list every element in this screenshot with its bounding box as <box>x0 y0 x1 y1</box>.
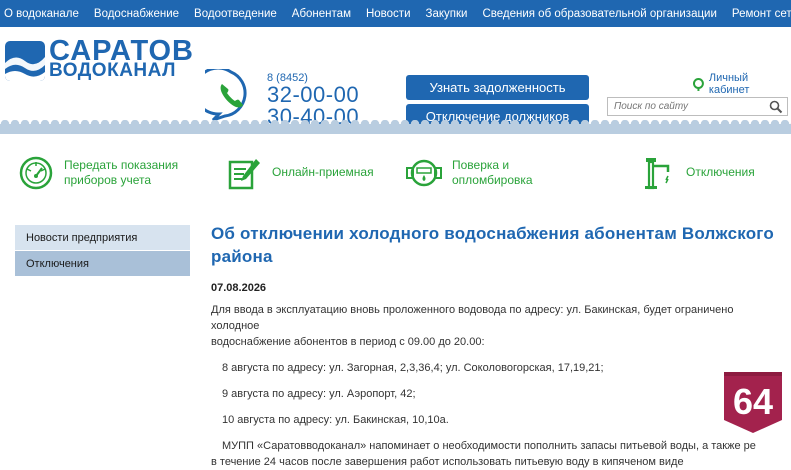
search-icon[interactable] <box>769 100 783 114</box>
article-p5-line1: МУПП «Саратовводоканал» напоминает о нео… <box>222 440 756 452</box>
article-title-line2: района <box>211 247 273 266</box>
sidebar: Новости предприятия Отключения <box>15 225 190 277</box>
personal-account-label: Личный кабинет <box>709 72 791 96</box>
service-online-reception[interactable]: Онлайн-приемная <box>226 150 374 195</box>
search-input[interactable] <box>608 101 769 112</box>
wave-divider: (function(){ var g = document.currentScr… <box>0 120 791 134</box>
service-submit-readings[interactable]: Передать показанияприборов учета <box>18 150 178 195</box>
site-search <box>607 97 788 116</box>
article-paragraph-1: Для ввода в эксплуатацию вновь проложенн… <box>211 302 781 350</box>
article-p1-line1: Для ввода в эксплуатацию вновь проложенн… <box>211 304 733 332</box>
personal-account-link[interactable]: Личный кабинет <box>692 72 791 96</box>
faucet-icon <box>640 155 676 191</box>
article-title: Об отключении холодного водоснабжения аб… <box>211 222 781 268</box>
phone-number-1[interactable]: 32-00-00 <box>267 84 359 106</box>
site-header: САРАТОВ ВОДОКАНАЛ 8 (8452) 32-00-00 30-4… <box>0 27 791 120</box>
document-pen-icon <box>226 155 262 191</box>
meter-gauge-icon <box>18 155 54 191</box>
user-icon <box>692 78 705 91</box>
service-3-line1: Поверка и <box>452 158 533 173</box>
logo-line2: ВОДОКАНАЛ <box>49 61 194 81</box>
check-debt-button[interactable]: Узнать задолженность <box>406 75 589 100</box>
badge-text: 64 <box>733 381 773 422</box>
article-paragraph-4: 10 августа по адресу: ул. Бакинская, 10,… <box>211 412 781 428</box>
sidebar-item-company-news[interactable]: Новости предприятия <box>15 225 190 250</box>
article-paragraph-5: МУПП «Саратовводоканал» напоминает о нео… <box>211 438 781 470</box>
service-4-label: Отключения <box>686 165 755 180</box>
phone-bubble-icon <box>205 69 257 121</box>
site-logo[interactable]: САРАТОВ ВОДОКАНАЛ <box>5 41 194 81</box>
nav-sewerage[interactable]: Водоотведение <box>194 8 277 20</box>
service-outages[interactable]: Отключения <box>640 150 755 195</box>
logo-wave-icon <box>5 41 45 81</box>
nav-network-repair[interactable]: Ремонт сетей <box>732 8 791 20</box>
article-title-line1: Об отключении холодного водоснабжения аб… <box>211 224 774 243</box>
logo-line1: САРАТОВ <box>49 41 194 61</box>
article-date: 07.08.2026 <box>211 282 781 294</box>
article-paragraph-3: 9 августа по адресу: ул. Аэропорт, 42; <box>211 386 781 402</box>
region-64-badge: 64 <box>722 368 784 434</box>
nav-subscribers[interactable]: Абонентам <box>292 8 351 20</box>
service-shortcuts: Передать показанияприборов учета Онлайн-… <box>0 150 791 195</box>
nav-water-supply[interactable]: Водоснабжение <box>94 8 179 20</box>
article-paragraph-2: 8 августа по адресу: ул. Загорная, 2,3,3… <box>211 360 781 376</box>
nav-procurement[interactable]: Закупки <box>426 8 468 20</box>
sidebar-item-outages[interactable]: Отключения <box>15 251 190 276</box>
service-3-line2: опломбировка <box>452 173 533 188</box>
article-p5-line2: в течение 24 часов после завершения рабо… <box>211 454 684 470</box>
service-2-label: Онлайн-приемная <box>272 165 374 180</box>
nav-news[interactable]: Новости <box>366 8 411 20</box>
article-p1-line2: водоснабжение абонентов в период с 09.00… <box>211 336 485 348</box>
service-verification-sealing[interactable]: Поверка иопломбировка <box>406 150 533 195</box>
water-meter-icon <box>406 155 442 191</box>
nav-education-info[interactable]: Сведения об образовательной организации <box>482 8 716 20</box>
nav-about[interactable]: О водоканале <box>4 8 79 20</box>
news-article: Об отключении холодного водоснабжения аб… <box>211 222 781 470</box>
service-1-line1: Передать показания <box>64 158 178 173</box>
service-1-line2: приборов учета <box>64 173 178 188</box>
top-navigation: О водоканале Водоснабжение Водоотведение… <box>0 0 791 27</box>
